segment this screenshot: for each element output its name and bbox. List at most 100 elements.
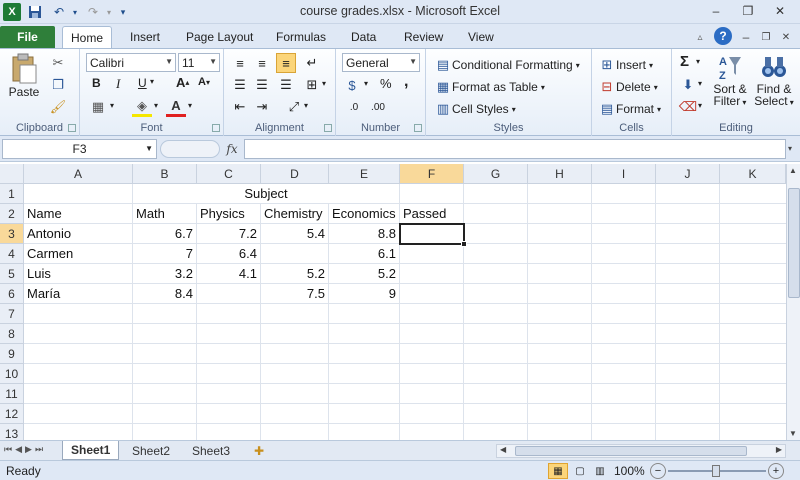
row-header-10[interactable]: 10 [0,364,24,384]
number-format-combo[interactable]: General ▼ [342,53,420,72]
cell-a2[interactable]: Name [24,204,133,224]
decrease-decimal-icon[interactable]: .00 [368,97,388,117]
cell-b4[interactable]: 7 [133,244,197,264]
insert-function-button[interactable]: fx [222,140,242,158]
column-header-g[interactable]: G [464,164,528,184]
tab-home[interactable]: Home [62,26,113,48]
clear-dropdown-icon[interactable]: ▾ [698,101,702,110]
scroll-left-icon[interactable]: ◀ [500,445,506,454]
cell-e2[interactable]: Economics [329,204,400,224]
scroll-right-icon[interactable]: ▶ [776,445,782,454]
row-header-11[interactable]: 11 [0,384,24,404]
row-header-9[interactable]: 9 [0,344,24,364]
sheet-tab-1[interactable]: Sheet1 [62,441,120,460]
zoom-out-button[interactable]: − [650,463,666,479]
orientation-icon[interactable]: ⤢ [284,97,304,117]
sort-filter-button[interactable]: AZ Sort & Filter ▾ [710,53,750,109]
page-break-view-icon[interactable]: ▥ [590,463,610,479]
merge-center-icon[interactable]: ⊞ [302,75,322,95]
underline-dropdown-icon[interactable]: ▾ [150,77,154,86]
formula-input[interactable] [244,139,786,159]
font-size-combo[interactable]: 11 ▼ [178,53,220,72]
fill-icon[interactable]: ⬇ [678,75,698,95]
column-header-k[interactable]: K [720,164,786,184]
font-color-dropdown-icon[interactable]: ▾ [188,101,192,110]
wrap-text-icon[interactable]: ↵ [302,53,322,73]
zoom-in-button[interactable]: + [768,463,784,479]
column-header-d[interactable]: D [261,164,329,184]
column-header-a[interactable]: A [24,164,133,184]
doc-close-icon[interactable]: ✕ [778,28,794,46]
cell-f2[interactable]: Passed [400,204,464,224]
accounting-dropdown-icon[interactable]: ▾ [364,79,368,88]
row-header-1[interactable]: 1 [0,184,24,204]
row-header-8[interactable]: 8 [0,324,24,344]
grow-font-icon[interactable]: A ▴ [176,75,189,90]
format-painter-icon[interactable]: 🖌 [48,97,68,117]
cell-d6[interactable]: 7.5 [261,284,329,304]
cut-icon[interactable]: ✂ [48,53,68,73]
name-box[interactable]: F3 ▼ [2,139,157,159]
formula-bar-splitter[interactable] [160,140,220,158]
tab-insert[interactable]: Insert [122,26,168,48]
cell-e5[interactable]: 5.2 [329,264,400,284]
cell-b6[interactable]: 8.4 [133,284,197,304]
cell-styles-button[interactable]: ▥ Cell Styles ▾ [434,99,516,119]
number-launcher-icon[interactable] [414,124,422,132]
fill-color-icon[interactable]: ◈ [132,97,152,117]
normal-view-icon[interactable]: ▦ [548,463,568,479]
conditional-formatting-button[interactable]: ▤ Conditional Formatting ▾ [434,55,580,75]
column-header-e[interactable]: E [329,164,400,184]
insert-sheet-icon[interactable]: ✚ [246,441,272,460]
align-right-icon[interactable]: ☰ [276,75,296,95]
format-cells-button[interactable]: ▤ Format ▾ [598,99,661,119]
doc-minimize-icon[interactable]: – [738,28,754,46]
scroll-down-icon[interactable]: ▼ [789,429,797,438]
insert-cells-button[interactable]: ⊞ Insert ▾ [598,55,653,75]
autosum-button[interactable]: Σ [680,53,689,70]
tab-data[interactable]: Data [343,26,384,48]
tab-view[interactable]: View [460,26,502,48]
sheet-tab-2[interactable]: Sheet2 [124,441,178,460]
sheet-tab-3[interactable]: Sheet3 [184,441,238,460]
align-left-icon[interactable]: ☰ [230,75,250,95]
column-header-h[interactable]: H [528,164,592,184]
format-as-table-button[interactable]: ▦ Format as Table ▾ [434,77,545,97]
row-header-6[interactable]: 6 [0,284,24,304]
row-header-12[interactable]: 12 [0,404,24,424]
copy-icon[interactable]: ❐ [48,75,68,95]
tab-page-layout[interactable]: Page Layout [178,26,261,48]
fill-handle[interactable] [461,241,467,247]
cell-a3[interactable]: Antonio [24,224,133,244]
increase-indent-icon[interactable]: ⇥ [252,97,272,117]
orientation-dropdown-icon[interactable]: ▾ [304,101,308,110]
font-color-icon[interactable]: A [166,97,186,117]
increase-decimal-icon[interactable]: .0 [344,97,364,117]
active-cell-f3[interactable] [399,223,465,245]
cell-c2[interactable]: Physics [197,204,261,224]
zoom-slider-thumb[interactable] [712,465,720,477]
cell-e3[interactable]: 8.8 [329,224,400,244]
font-launcher-icon[interactable] [212,124,220,132]
row-header-5[interactable]: 5 [0,264,24,284]
bold-button[interactable]: B [92,76,101,90]
italic-button[interactable]: I [116,76,120,92]
scroll-up-icon[interactable]: ▲ [789,166,797,175]
row-header-3[interactable]: 3 [0,224,24,244]
fill-dropdown-icon[interactable]: ▾ [698,79,702,88]
underline-button[interactable]: U [138,76,147,90]
find-select-button[interactable]: Find & Select ▾ [752,53,796,109]
cell-a6[interactable]: María [24,284,133,304]
cell-b5[interactable]: 3.2 [133,264,197,284]
align-center-icon[interactable]: ☰ [252,75,272,95]
page-layout-view-icon[interactable]: ▢ [570,463,590,479]
horizontal-scroll-thumb[interactable] [515,446,747,456]
row-header-7[interactable]: 7 [0,304,24,324]
cell-e4[interactable]: 6.1 [329,244,400,264]
tab-formulas[interactable]: Formulas [268,26,334,48]
cell-d2[interactable]: Chemistry [261,204,329,224]
cell-c6[interactable] [197,284,261,304]
minimize-button[interactable]: – [703,2,729,20]
select-all-button[interactable] [0,164,24,184]
cell-d3[interactable]: 5.4 [261,224,329,244]
